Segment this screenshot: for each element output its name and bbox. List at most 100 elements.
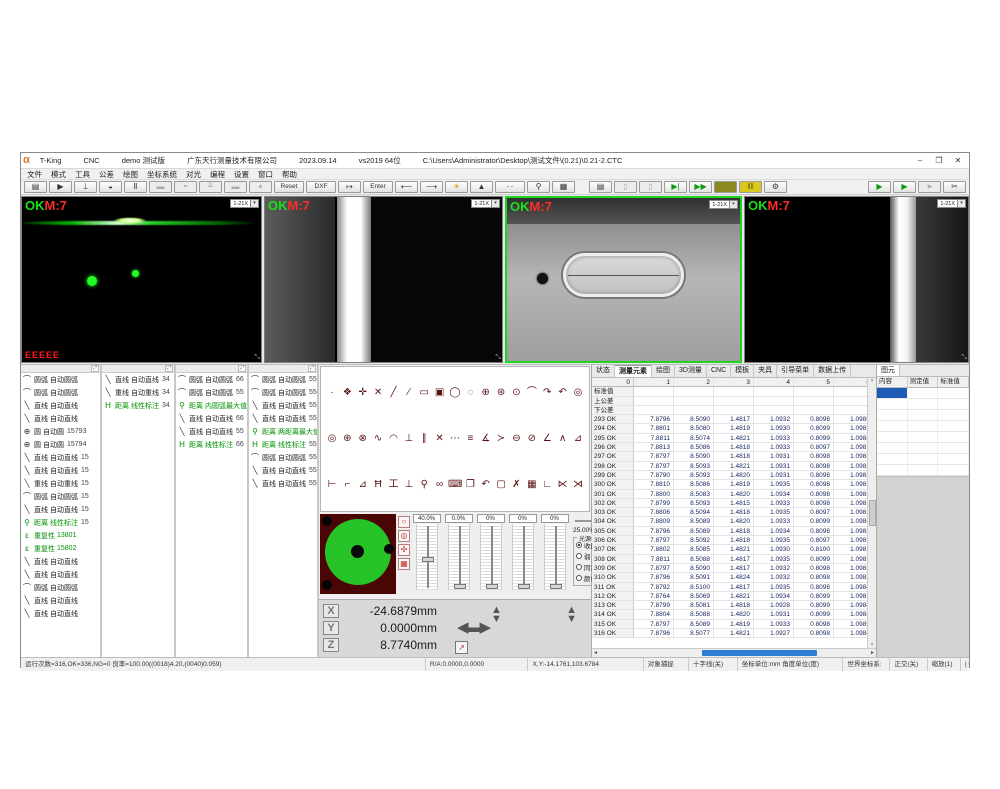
list-item[interactable]: ╲直线自动直线 xyxy=(21,412,100,425)
list-item[interactable]: ╲直线自动直线 xyxy=(21,607,100,620)
table-row[interactable]: 313 OK7.87998.50811.48181.09280.80991.09… xyxy=(592,601,876,610)
measure-tool-icon[interactable]: ⊕ xyxy=(340,432,354,446)
list-item[interactable]: ⚲距离内圆弧最大值 xyxy=(176,399,247,412)
list-item[interactable]: ╲直线自动直线 xyxy=(21,594,100,607)
list-item[interactable] xyxy=(877,421,969,432)
measure-tool-icon[interactable]: ⊘ xyxy=(525,432,539,446)
menu-item-设置[interactable]: 设置 xyxy=(234,169,249,180)
tab-测量元素[interactable]: 测量元素 xyxy=(615,365,652,377)
toolbar-icon-button[interactable]: ⚲ xyxy=(527,181,550,193)
menu-item-文件[interactable]: 文件 xyxy=(27,169,42,180)
toolbar-icon-button[interactable]: ▬ xyxy=(224,181,247,193)
list-item[interactable]: ⌒圆弧自动圆弧15 xyxy=(21,490,100,503)
resize-handle-icon[interactable]: ⤡ xyxy=(733,353,739,361)
list-item[interactable]: ε重复性15802 xyxy=(21,542,100,555)
tab-夹具[interactable]: 夹具 xyxy=(754,365,777,377)
toolbar-icon-button[interactable]: ⟘ xyxy=(74,181,97,193)
slider-thumb[interactable] xyxy=(518,584,530,589)
table-row[interactable]: 297 OK7.87978.50901.48181.09310.80981.09… xyxy=(592,452,876,461)
chevron-down-icon[interactable]: ▾ xyxy=(250,200,258,207)
diagonal-move-button[interactable]: ↗ xyxy=(455,641,468,654)
light-channel-slider[interactable]: 0% xyxy=(476,514,505,598)
list-item[interactable]: ╲重线自动重线15 xyxy=(21,477,100,490)
chevron-down-icon[interactable]: ▾ xyxy=(729,201,737,208)
measure-tool-icon[interactable]: ✗ xyxy=(510,478,524,492)
scrollbar-thumb[interactable] xyxy=(702,650,817,656)
measure-tool-icon[interactable]: ∟ xyxy=(540,478,554,492)
measure-tool-icon[interactable]: ⌨ xyxy=(448,478,462,492)
table-row[interactable]: 305 OK7.87968.50891.48181.09340.80981.09… xyxy=(592,527,876,536)
list-item[interactable]: ╲直线自动直线55 xyxy=(249,477,317,490)
menu-item-帮助[interactable]: 帮助 xyxy=(282,169,297,180)
measure-tool-icon[interactable]: ▦ xyxy=(525,478,539,492)
jog-arrows[interactable]: ◀▬▶ ▲▼ ▲▼ xyxy=(457,606,577,646)
measure-tool-icon[interactable]: ⊿ xyxy=(356,478,370,492)
light-channel-slider[interactable]: 0% xyxy=(540,514,569,598)
close-button[interactable]: ✕ xyxy=(949,154,967,167)
list-item[interactable] xyxy=(877,465,969,476)
toolbar-icon-button[interactable]: ▮ xyxy=(714,181,737,193)
- --button[interactable]: - - xyxy=(495,181,525,193)
camera-pane-4[interactable]: OKM:7 1-21X ▾ ⤡ xyxy=(744,196,969,363)
measure-tool-icon[interactable]: ≻ xyxy=(494,432,508,446)
radio-button[interactable] xyxy=(576,542,582,548)
list-item[interactable]: ⌒圆弧自动圆弧55 xyxy=(249,373,317,386)
slider-thumb[interactable] xyxy=(454,584,466,589)
jog-z-icon[interactable]: ▲▼ xyxy=(566,606,577,624)
measure-tool-icon[interactable]: · xyxy=(325,386,339,400)
toolbar-icon-button[interactable]: ▦ xyxy=(552,181,575,193)
toolbar-icon-button[interactable]: ▶▶ xyxy=(689,181,712,193)
collapse-icon[interactable]: ⤢ xyxy=(165,365,173,372)
measure-tool-icon[interactable]: ▣ xyxy=(433,386,447,400)
slider-thumb[interactable] xyxy=(550,584,562,589)
toolbar-icon-button[interactable]: ◒ xyxy=(99,181,122,193)
dxf-button[interactable]: DXF xyxy=(306,181,336,193)
tab-3D测量[interactable]: 3D测量 xyxy=(675,365,707,377)
measure-tool-icon[interactable]: ≡ xyxy=(463,432,477,446)
list-item[interactable] xyxy=(877,399,969,410)
table-row[interactable]: 309 OK7.87978.50901.48171.09320.80981.09… xyxy=(592,564,876,573)
menu-item-对光[interactable]: 对光 xyxy=(186,169,201,180)
table-row[interactable]: 298 OK7.87978.50931.48211.09310.80981.09… xyxy=(592,462,876,471)
list-item[interactable]: ╲直线自动直线15 xyxy=(21,503,100,516)
menu-item-公差[interactable]: 公差 xyxy=(99,169,114,180)
lens-zoom-select[interactable]: 1-21X ▾ xyxy=(471,199,500,208)
list-item[interactable] xyxy=(877,410,969,421)
list-item[interactable]: ╲直线自动直线34 xyxy=(102,373,174,386)
list-item[interactable]: ⚲距离线性标注15 xyxy=(21,516,100,529)
measure-tool-icon[interactable]: ∿ xyxy=(371,432,385,446)
light-segment-button[interactable]: ▦ xyxy=(398,558,410,570)
list-item[interactable]: ⌒圆弧自动圆弧 xyxy=(21,386,100,399)
minimize-button[interactable]: – xyxy=(911,154,929,167)
chevron-down-icon[interactable]: ▾ xyxy=(491,200,499,207)
table-row[interactable]: 301 OK7.88008.50831.48201.09340.80981.09… xyxy=(592,490,876,499)
toolbar-icon-button[interactable]: ▯ xyxy=(639,181,662,193)
toolbar-icon-button[interactable]: ▤ xyxy=(24,181,47,193)
menu-item-坐标系统[interactable]: 坐标系统 xyxy=(147,169,177,180)
list-item[interactable]: ε重复性13801 xyxy=(21,529,100,542)
toolbar-icon-button[interactable]: Ⅱ xyxy=(124,181,147,193)
measure-tool-icon[interactable]: ⊖ xyxy=(510,432,524,446)
list-item[interactable]: ╲直线自动直线15 xyxy=(21,451,100,464)
menu-item-编程[interactable]: 编程 xyxy=(210,169,225,180)
toolbar-icon-button[interactable]: ╨ xyxy=(199,181,222,193)
radio-button[interactable] xyxy=(576,564,582,570)
measure-tool-icon[interactable]: ∥ xyxy=(417,432,431,446)
table-row[interactable]: 306 OK7.87978.50921.48181.09350.80971.09… xyxy=(592,536,876,545)
toolbar-icon-button[interactable]: ⚙ xyxy=(764,181,787,193)
ring-light-indicator[interactable] xyxy=(320,514,396,594)
measure-tool-icon[interactable]: ⋯ xyxy=(448,432,462,446)
measure-tool-icon[interactable]: ∧ xyxy=(556,432,570,446)
measure-tool-icon[interactable]: 工 xyxy=(387,478,401,492)
measure-tool-icon[interactable]: ⊗ xyxy=(356,432,370,446)
slider-thumb[interactable] xyxy=(486,584,498,589)
list-item[interactable]: ╲直线自动直线55 xyxy=(176,425,247,438)
light-channel-slider[interactable]: 0.0% xyxy=(444,514,473,598)
list-item[interactable] xyxy=(877,443,969,454)
table-row[interactable]: 303 OK7.88068.50941.48181.09350.80971.09… xyxy=(592,508,876,517)
measure-tool-icon[interactable]: ↷ xyxy=(540,386,554,400)
toolbar-icon-button[interactable]: ▶ xyxy=(893,181,916,193)
toolbar-icon-button[interactable]: ‖‖ xyxy=(739,181,762,193)
light-segment-button[interactable]: ○ xyxy=(398,516,410,528)
lens-zoom-select[interactable]: 1-21X ▾ xyxy=(709,200,738,209)
